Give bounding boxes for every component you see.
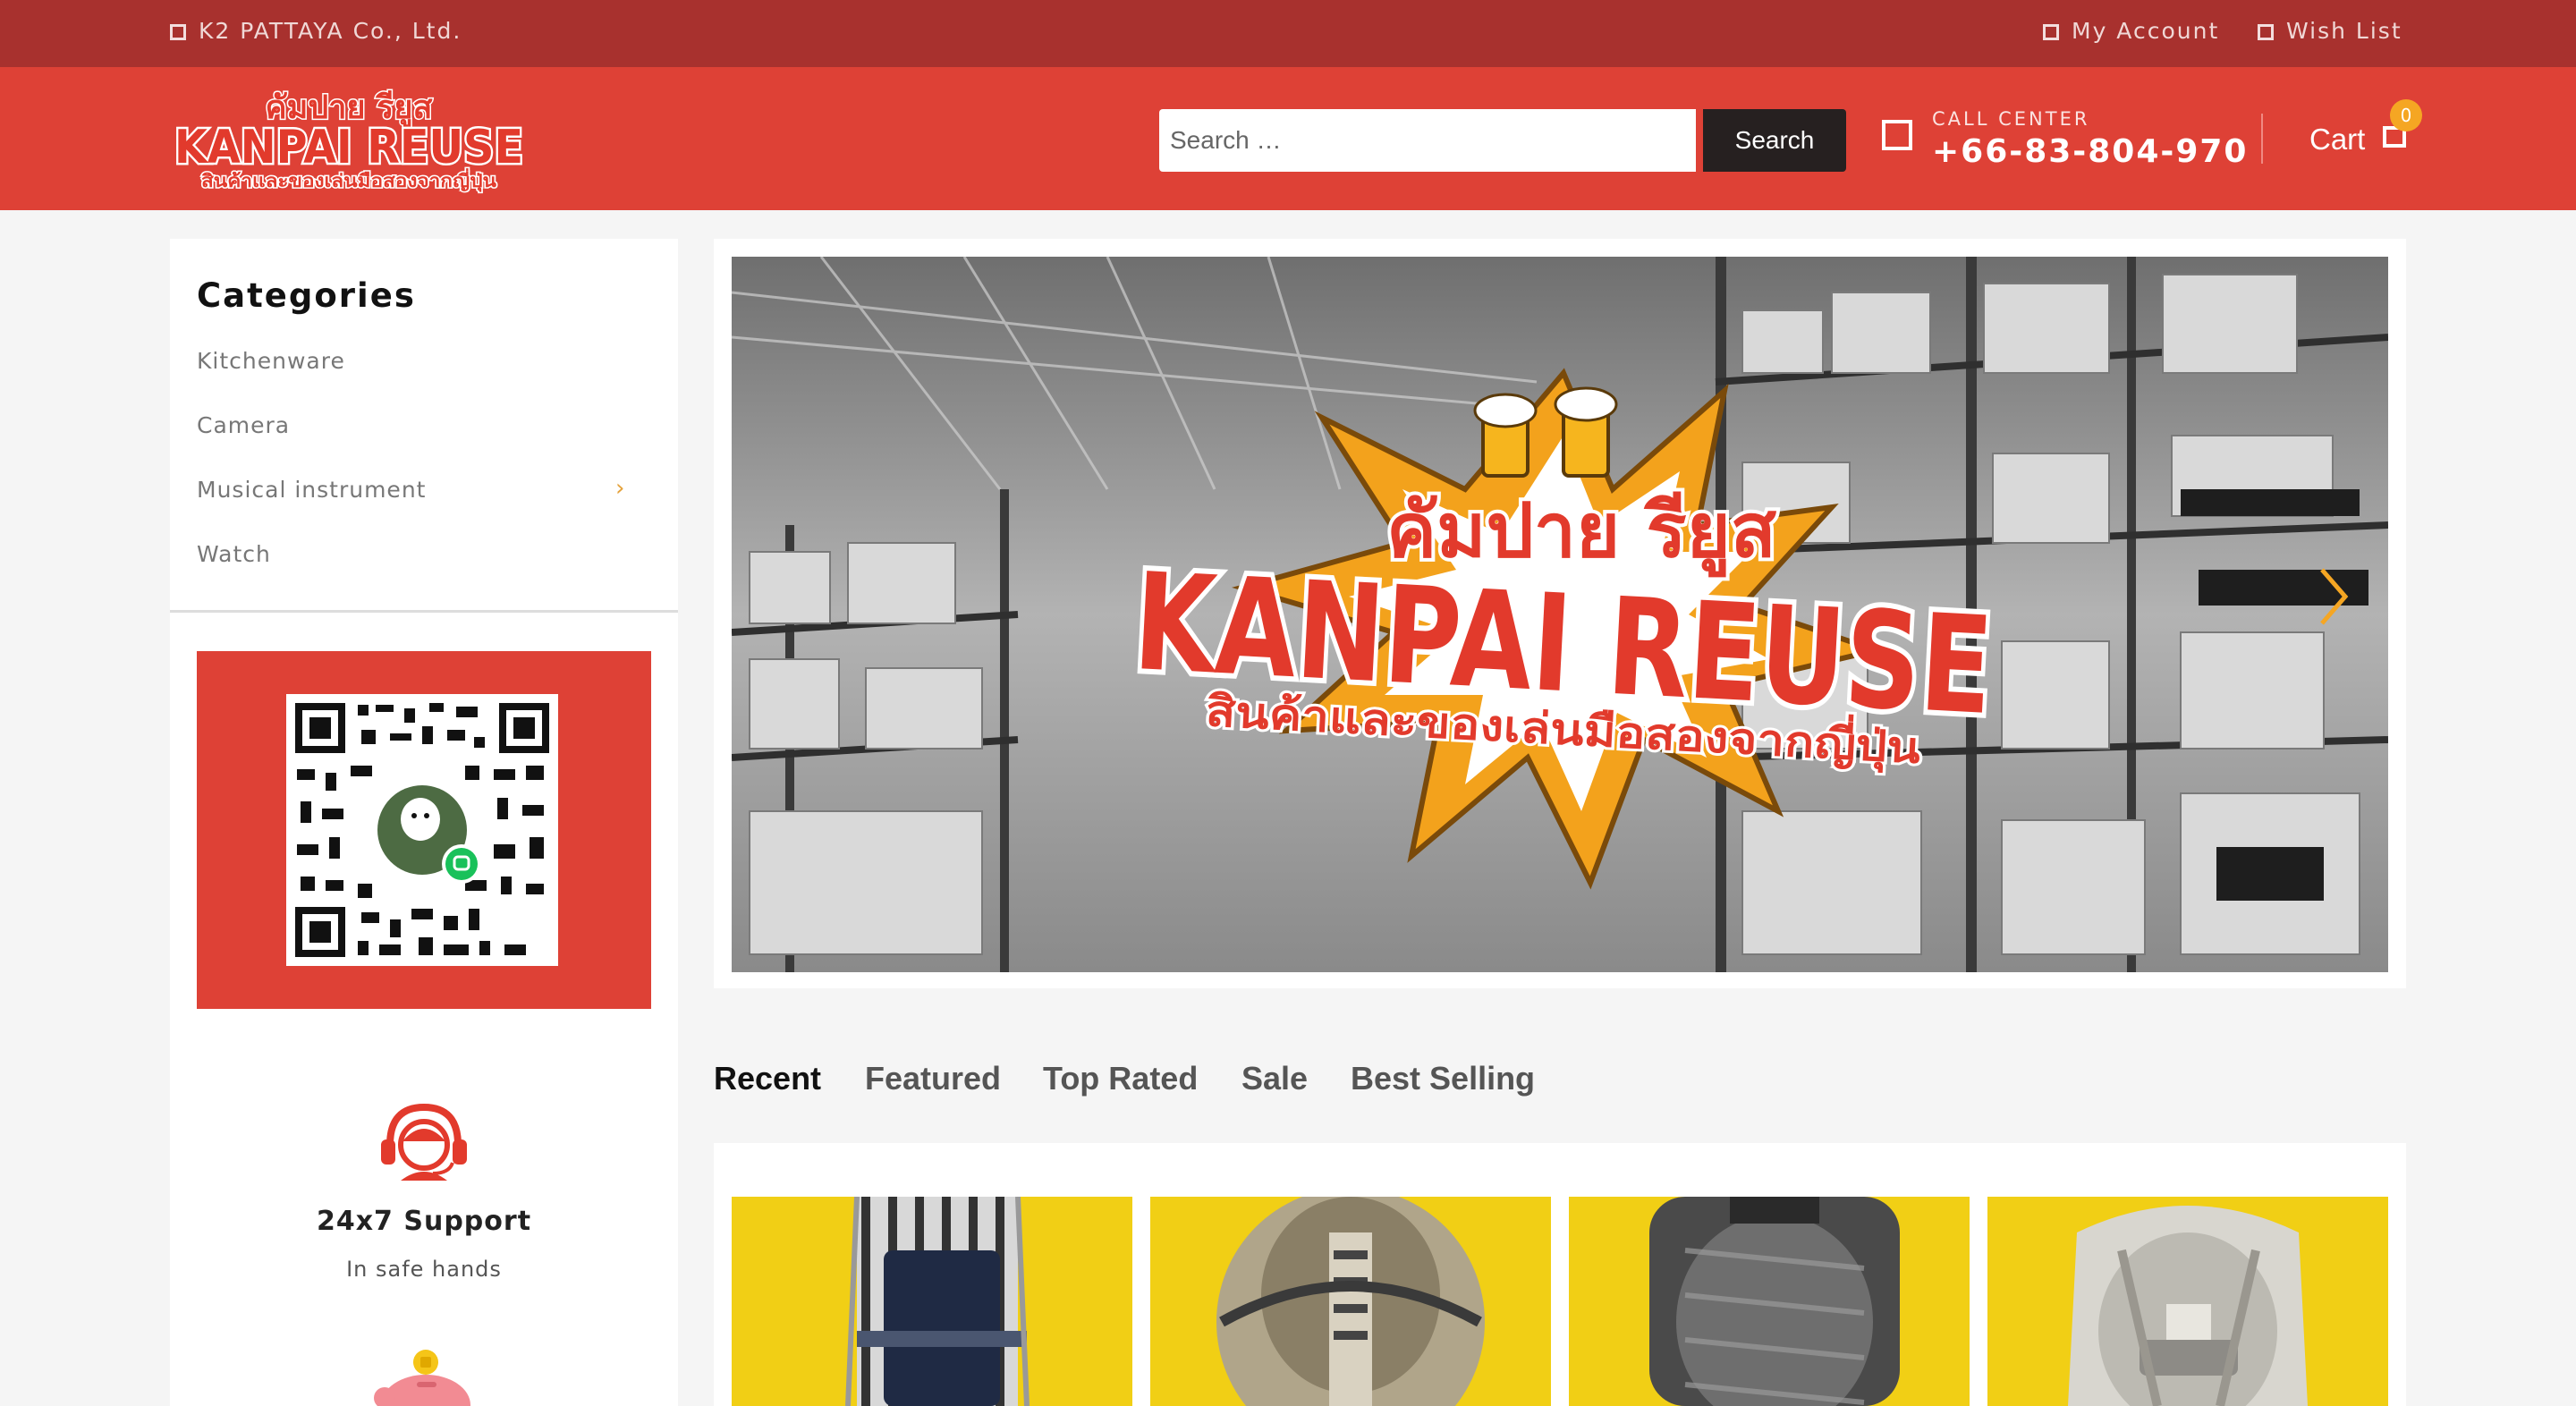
piggy-bank-icon [374, 1350, 470, 1406]
tab-top-rated[interactable]: Top Rated [1043, 1060, 1198, 1097]
hero-slide[interactable]: คัมปาย รียูส KANPAI REUSE สินค้าและของเล… [732, 257, 2388, 972]
square-icon [170, 24, 186, 40]
heart-icon [2258, 24, 2274, 40]
product-image [1569, 1197, 1970, 1406]
phone-icon [1882, 120, 1912, 150]
user-icon [2043, 24, 2059, 40]
qr-code-icon[interactable] [286, 694, 558, 966]
call-center-label: CALL CENTER [1932, 108, 2090, 130]
headset-icon [381, 1103, 467, 1181]
tab-sale[interactable]: Sale [1241, 1060, 1308, 1097]
call-center-number[interactable]: +66-83-804-970 [1932, 133, 2248, 170]
tab-featured[interactable]: Featured [865, 1060, 1001, 1097]
search-input[interactable] [1159, 109, 1696, 172]
chevron-right-icon[interactable]: › [615, 475, 624, 502]
tab-recent[interactable]: Recent [714, 1060, 821, 1097]
support-title: 24x7 Support [316, 1206, 532, 1237]
my-account-link[interactable]: My Account [2043, 18, 2219, 44]
logo-brand-text: KANPAI REUSE [174, 121, 523, 174]
sidebar-promo: 24x7 Support In safe hands [170, 613, 678, 1406]
wish-list-link[interactable]: Wish List [2258, 18, 2402, 44]
hero-slider: คัมปาย รียูส KANPAI REUSE สินค้าและของเล… [714, 239, 2406, 988]
category-item-kitchenware[interactable]: Kitchenware [197, 348, 345, 374]
site-logo[interactable]: คัมปาย รียูส KANPAI REUSE สินค้าและของเล… [170, 78, 528, 199]
search-button[interactable]: Search [1703, 109, 1846, 172]
categories-title: Categories [197, 276, 416, 315]
product-image [1987, 1197, 2388, 1406]
category-item-watch[interactable]: Watch [197, 541, 271, 567]
main-header: คัมปาย รียูส KANPAI REUSE สินค้าและของเล… [0, 67, 2576, 210]
tab-best-selling[interactable]: Best Selling [1351, 1060, 1535, 1097]
cart-link[interactable]: Cart [2309, 123, 2365, 157]
header-divider [2261, 114, 2263, 164]
product-image [732, 1197, 1132, 1406]
category-item-camera[interactable]: Camera [197, 412, 290, 438]
category-item-musical-instrument[interactable]: Musical instrument [197, 477, 426, 503]
categories-widget: Categories Kitchenware Camera Musical in… [170, 239, 678, 613]
cart-count-badge: 0 [2390, 99, 2422, 131]
company-name: K2 PATTAYA Co., Ltd. [170, 18, 462, 44]
qr-banner [197, 651, 651, 1009]
product-card[interactable] [1150, 1197, 1551, 1406]
product-card[interactable] [1987, 1197, 2388, 1406]
hero-image: คัมปาย รียูส KANPAI REUSE สินค้าและของเล… [732, 257, 2388, 972]
product-card[interactable] [1569, 1197, 1970, 1406]
product-grid [714, 1143, 2406, 1406]
logo-tagline: สินค้าและของเล่นมือสองจากญี่ปุ่น [201, 167, 496, 192]
product-image [1150, 1197, 1551, 1406]
support-subtitle: In safe hands [346, 1257, 502, 1282]
chevron-right-icon[interactable] [2306, 561, 2360, 632]
top-bar: K2 PATTAYA Co., Ltd. My Account Wish Lis… [0, 0, 2576, 67]
product-card[interactable] [732, 1197, 1132, 1406]
